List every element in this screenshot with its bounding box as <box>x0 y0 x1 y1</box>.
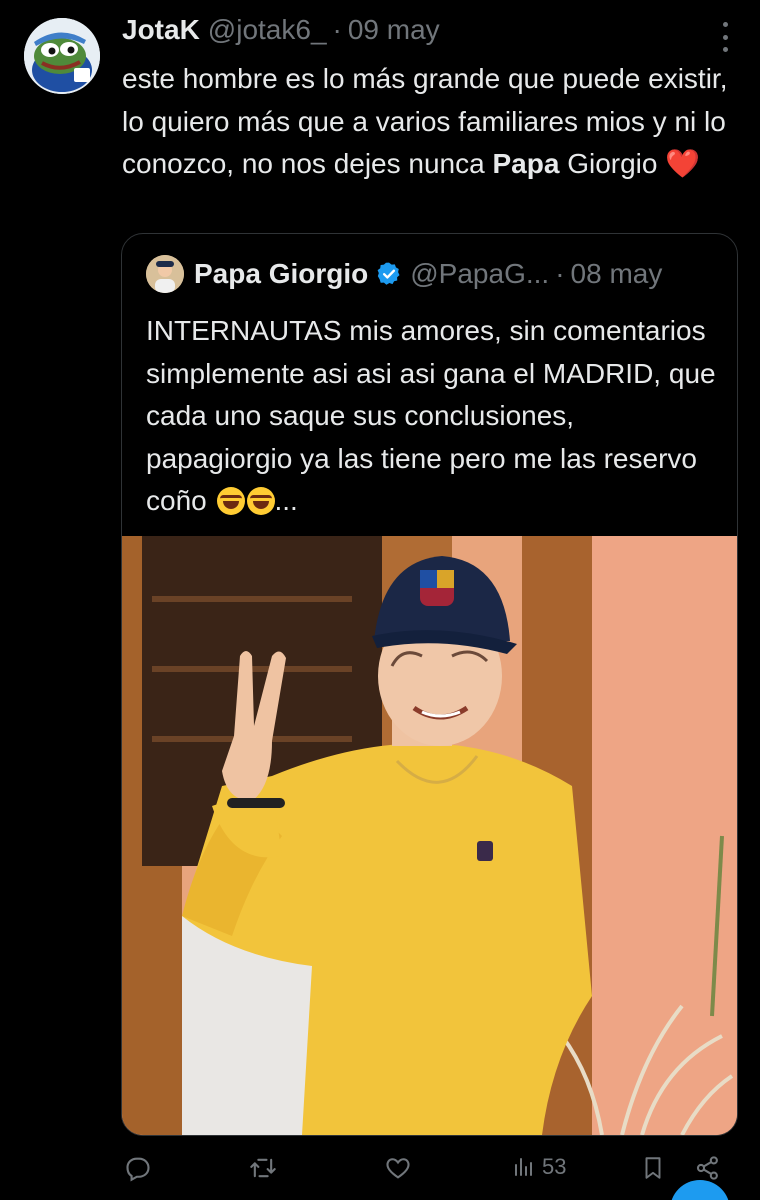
verified-badge-icon <box>376 261 402 287</box>
reply-icon <box>126 1157 150 1182</box>
share-button[interactable] <box>694 1154 722 1182</box>
bookmark-button[interactable] <box>640 1154 666 1182</box>
quote-text-ellipsis: ... <box>274 485 298 516</box>
tweet-header: JotaK @jotak6_ · 09 may <box>122 14 440 54</box>
quote-author-handle[interactable]: @PapaG... <box>410 258 549 290</box>
share-icon <box>696 1156 718 1180</box>
heart-emoji: ❤️ <box>665 148 701 179</box>
tweet-text-bold: Papa <box>492 148 560 179</box>
quote-photo[interactable] <box>122 536 737 1135</box>
views-count: 53 <box>542 1154 567 1179</box>
quote-avatar[interactable] <box>146 255 184 293</box>
author-name[interactable]: JotaK <box>122 14 200 46</box>
like-button[interactable] <box>384 1154 412 1182</box>
heart-icon <box>386 1158 410 1179</box>
tweet-actions-bar: 53 <box>0 1146 760 1194</box>
laughing-emoji-icon <box>216 487 245 515</box>
views-icon <box>515 1158 532 1176</box>
retweet-button[interactable] <box>248 1154 278 1182</box>
more-options-icon[interactable] <box>718 22 732 52</box>
author-avatar[interactable] <box>24 18 100 94</box>
reply-button[interactable] <box>124 1154 152 1182</box>
tweet-text: este hombre es lo más grande que puede e… <box>122 58 732 186</box>
quote-author-name[interactable]: Papa Giorgio <box>194 258 368 290</box>
author-handle[interactable]: @jotak6_ <box>208 14 327 46</box>
quote-header: Papa Giorgio @PapaG... · 08 may <box>146 254 662 294</box>
quoted-tweet-card[interactable]: Papa Giorgio @PapaG... · 08 may INTERNAU… <box>121 233 738 1136</box>
views-button[interactable]: 53 <box>512 1154 566 1180</box>
person-avatar-icon <box>146 255 184 293</box>
man-peace-sign-photo <box>122 536 737 1135</box>
quote-text-body: INTERNAUTAS mis amores, sin comentarios … <box>146 315 716 516</box>
quote-text: INTERNAUTAS mis amores, sin comentarios … <box>146 310 721 523</box>
separator-dot: · <box>332 14 342 45</box>
tweet-text-part2: Giorgio <box>559 148 666 179</box>
frog-avatar-icon <box>24 18 100 94</box>
bookmark-icon <box>645 1157 661 1179</box>
laughing-emoji-icon <box>246 487 275 515</box>
tweet-page: JotaK @jotak6_ · 09 may este hombre es l… <box>0 0 760 1200</box>
quote-separator-dot: · <box>555 258 565 289</box>
retweet-icon <box>250 1158 276 1178</box>
tweet-date[interactable]: 09 may <box>348 14 440 46</box>
quote-date[interactable]: 08 may <box>571 258 663 290</box>
